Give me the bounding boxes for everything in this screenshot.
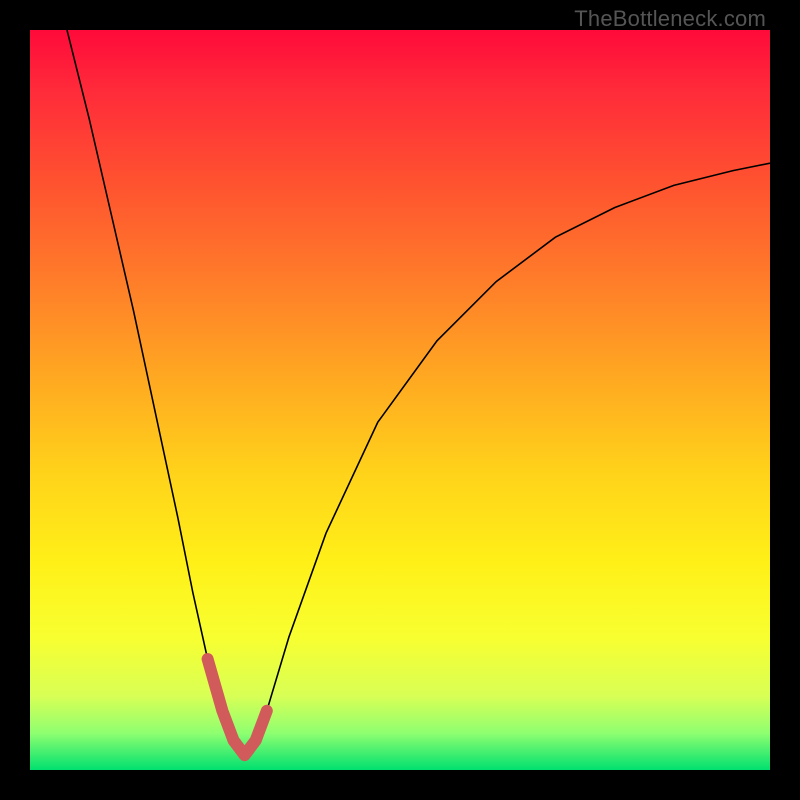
watermark-text: TheBottleneck.com <box>574 6 766 32</box>
curve-svg <box>30 30 770 770</box>
chart-frame: TheBottleneck.com <box>0 0 800 800</box>
bottleneck-curve <box>67 30 770 755</box>
optimal-range-highlight <box>208 659 267 755</box>
plot-area <box>30 30 770 770</box>
